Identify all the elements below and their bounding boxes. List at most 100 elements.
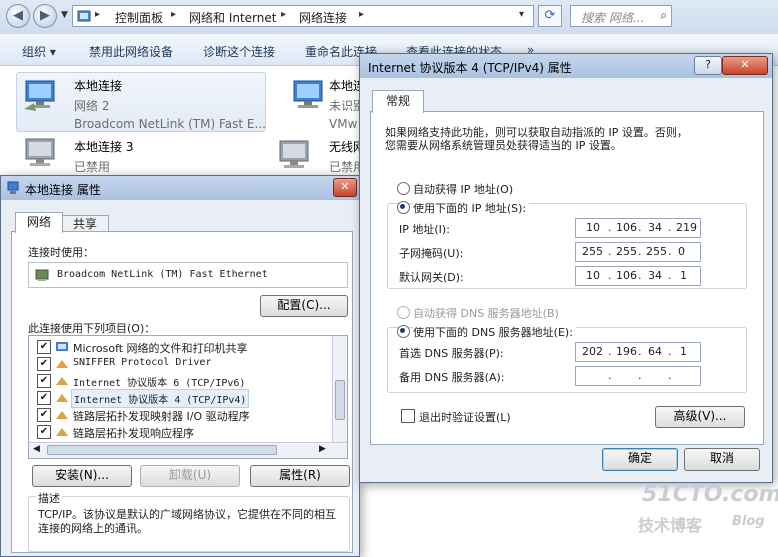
auto-ip-label[interactable]: 自动获得 IP 地址(O)	[413, 181, 513, 197]
ip-octet: 219	[676, 221, 697, 234]
description-title: 描述	[36, 490, 62, 506]
close-icon: ✕	[340, 180, 350, 193]
list-item[interactable]: ✔ Internet 协议版本 6 (TCP/IPv6)	[33, 372, 329, 389]
preferred-dns-label: 首选 DNS 服务器(P):	[399, 347, 504, 360]
ip-address-input[interactable]: 10. 106. 34. 219	[575, 218, 701, 238]
manual-dns-label[interactable]: 使用下面的 DNS 服务器地址(E):	[413, 324, 576, 340]
ip-octet: 34	[648, 269, 662, 282]
adapter-name: Broadcom NetLink (TM) Fast Ethernet	[57, 269, 268, 280]
list-item-selected[interactable]: ✔ Internet 协议版本 4 (TCP/IPv4)	[33, 389, 329, 408]
chevron-right-icon: ▸	[95, 9, 101, 20]
subnet-mask-label: 子网掩码(U):	[399, 247, 464, 260]
protocol-icon	[56, 411, 68, 419]
preferred-dns-input[interactable]: 202. 196. 64. 1	[575, 342, 701, 362]
component-checkbox[interactable]: ✔	[37, 374, 51, 388]
address-breadcrumb[interactable]: ▸ 控制面板 ▸ 网络和 Internet ▸ 网络连接 ▸ ▾	[72, 5, 534, 27]
network-adapter-disabled-icon	[25, 138, 55, 166]
list-item[interactable]: ✔ 链路层拓扑发现响应程序	[33, 423, 329, 440]
address-dropdown-icon[interactable]: ▾	[519, 9, 524, 20]
diagnose-button[interactable]: 诊断这个连接	[203, 43, 275, 60]
connection-item[interactable]: 本地连接 3 已禁用	[74, 138, 133, 175]
scroll-left-icon[interactable]: ◀	[33, 444, 40, 454]
scroll-right-icon[interactable]: ▶	[319, 444, 326, 454]
manual-ip-label[interactable]: 使用下面的 IP 地址(S):	[413, 200, 530, 216]
scrollbar-thumb[interactable]	[47, 445, 277, 455]
tab-network[interactable]: 网络	[15, 212, 63, 233]
dialog-title: Internet 协议版本 4 (TCP/IPv4) 属性	[368, 61, 572, 75]
component-checkbox[interactable]: ✔	[37, 425, 51, 439]
auto-dns-radio	[397, 306, 410, 319]
gateway-input[interactable]: 10. 106. 34. 1	[575, 266, 701, 286]
manual-dns-radio[interactable]	[397, 325, 410, 338]
uninstall-button: 卸载(U)	[140, 465, 240, 487]
component-checkbox[interactable]: ✔	[37, 357, 51, 371]
close-button[interactable]: ✕	[722, 56, 768, 75]
validate-on-exit-checkbox[interactable]	[401, 409, 415, 423]
install-button[interactable]: 安装(N)...	[32, 465, 132, 487]
ok-button[interactable]: 确定	[602, 448, 678, 471]
advanced-button[interactable]: 高级(V)...	[655, 406, 745, 428]
ip-octet: 10	[586, 221, 600, 234]
alternate-dns-label: 备用 DNS 服务器(A):	[399, 371, 505, 384]
breadcrumb-item[interactable]: 网络连接	[299, 9, 347, 26]
list-item[interactable]: ✔ 链路层拓扑发现映射器 I/O 驱动程序	[33, 406, 329, 423]
help-button[interactable]: ?	[694, 56, 722, 75]
search-input[interactable]: 搜索 网络... ⌕	[570, 5, 672, 27]
subnet-mask-input[interactable]: 255. 255. 255. 0	[575, 242, 701, 262]
vertical-scrollbar[interactable]	[332, 336, 347, 442]
ip-octet: 196	[616, 345, 637, 358]
watermark-line1: 51CTO.com	[642, 482, 778, 507]
protocol-icon	[56, 394, 68, 402]
network-tab-panel: 连接时使用： Broadcom NetLink (TM) Fast Ethern…	[11, 231, 353, 553]
horizontal-scrollbar[interactable]: ◀ ▶	[29, 442, 347, 458]
cancel-button[interactable]: 取消	[684, 448, 760, 471]
connection-status: 网络 2	[74, 99, 110, 113]
validate-on-exit-label[interactable]: 退出时验证设置(L)	[419, 409, 511, 425]
component-checkbox[interactable]: ✔	[37, 340, 51, 354]
refresh-icon: ⟳	[544, 8, 556, 23]
search-placeholder: 搜索 网络...	[581, 11, 645, 25]
protocol-icon	[56, 377, 68, 385]
properties-button[interactable]: 属性(R)	[250, 465, 350, 487]
manual-ip-radio[interactable]	[397, 201, 410, 214]
components-listbox[interactable]: ✔ Microsoft 网络的文件和打印机共享 ✔ SNIFFER Protoc…	[28, 335, 348, 459]
back-arrow-icon: ◀	[13, 8, 23, 23]
component-checkbox[interactable]: ✔	[37, 391, 51, 405]
list-item[interactable]: ✔ Microsoft 网络的文件和打印机共享	[33, 338, 329, 355]
scrollbar-thumb[interactable]	[335, 380, 345, 420]
tab-general[interactable]: 常规	[372, 90, 424, 113]
configure-button[interactable]: 配置(C)...	[260, 295, 348, 317]
forward-button[interactable]: ▶	[33, 4, 57, 28]
recent-pages-chevron-icon[interactable]: ▼	[61, 10, 68, 20]
general-tab-panel: 如果网络支持此功能，则可以获取自动指派的 IP 设置。否则， 您需要从网络系统管…	[370, 111, 764, 445]
items-label: 此连接使用下列项目(O)：	[28, 322, 156, 335]
ip-octet: 255	[646, 245, 667, 258]
search-icon: ⌕	[660, 8, 667, 22]
alternate-dns-input[interactable]: ...	[575, 366, 701, 386]
ip-octet: 1	[680, 345, 687, 358]
breadcrumb-item[interactable]: 控制面板	[115, 9, 163, 26]
connection-item[interactable]: 本地连接 网络 2 Broadcom NetLink (TM) Fast E..…	[74, 77, 266, 131]
close-button[interactable]: ✕	[333, 178, 357, 197]
breadcrumb-item[interactable]: 网络和 Internet	[189, 9, 276, 26]
close-icon: ✕	[740, 58, 750, 71]
component-label: 链路层拓扑发现映射器 I/O 驱动程序	[73, 410, 250, 423]
organize-menu[interactable]: 组织 ▾	[22, 43, 56, 60]
auto-ip-radio[interactable]	[397, 182, 410, 195]
dialog-title: 本地连接 属性	[25, 183, 101, 197]
ip-octet: 202	[582, 345, 603, 358]
wireless-adapter-disabled-icon	[279, 140, 309, 168]
component-label: Internet 协议版本 6 (TCP/IPv6)	[73, 378, 246, 389]
ip-octet: 255	[616, 245, 637, 258]
disable-device-button[interactable]: 禁用此网络设备	[89, 43, 173, 60]
ip-octet: 1	[680, 269, 687, 282]
list-item[interactable]: ✔ SNIFFER Protocol Driver	[33, 355, 329, 372]
watermark-line2: 技术博客	[638, 516, 703, 535]
dialog-titlebar: 本地连接 属性 ✕	[1, 176, 359, 200]
component-checkbox[interactable]: ✔	[37, 408, 51, 422]
ip-octet: 255	[582, 245, 603, 258]
refresh-button[interactable]: ⟳	[538, 5, 562, 27]
connection-name: 本地连接	[74, 79, 123, 93]
back-button[interactable]: ◀	[6, 4, 30, 28]
chevron-right-icon: ▸	[281, 9, 287, 20]
